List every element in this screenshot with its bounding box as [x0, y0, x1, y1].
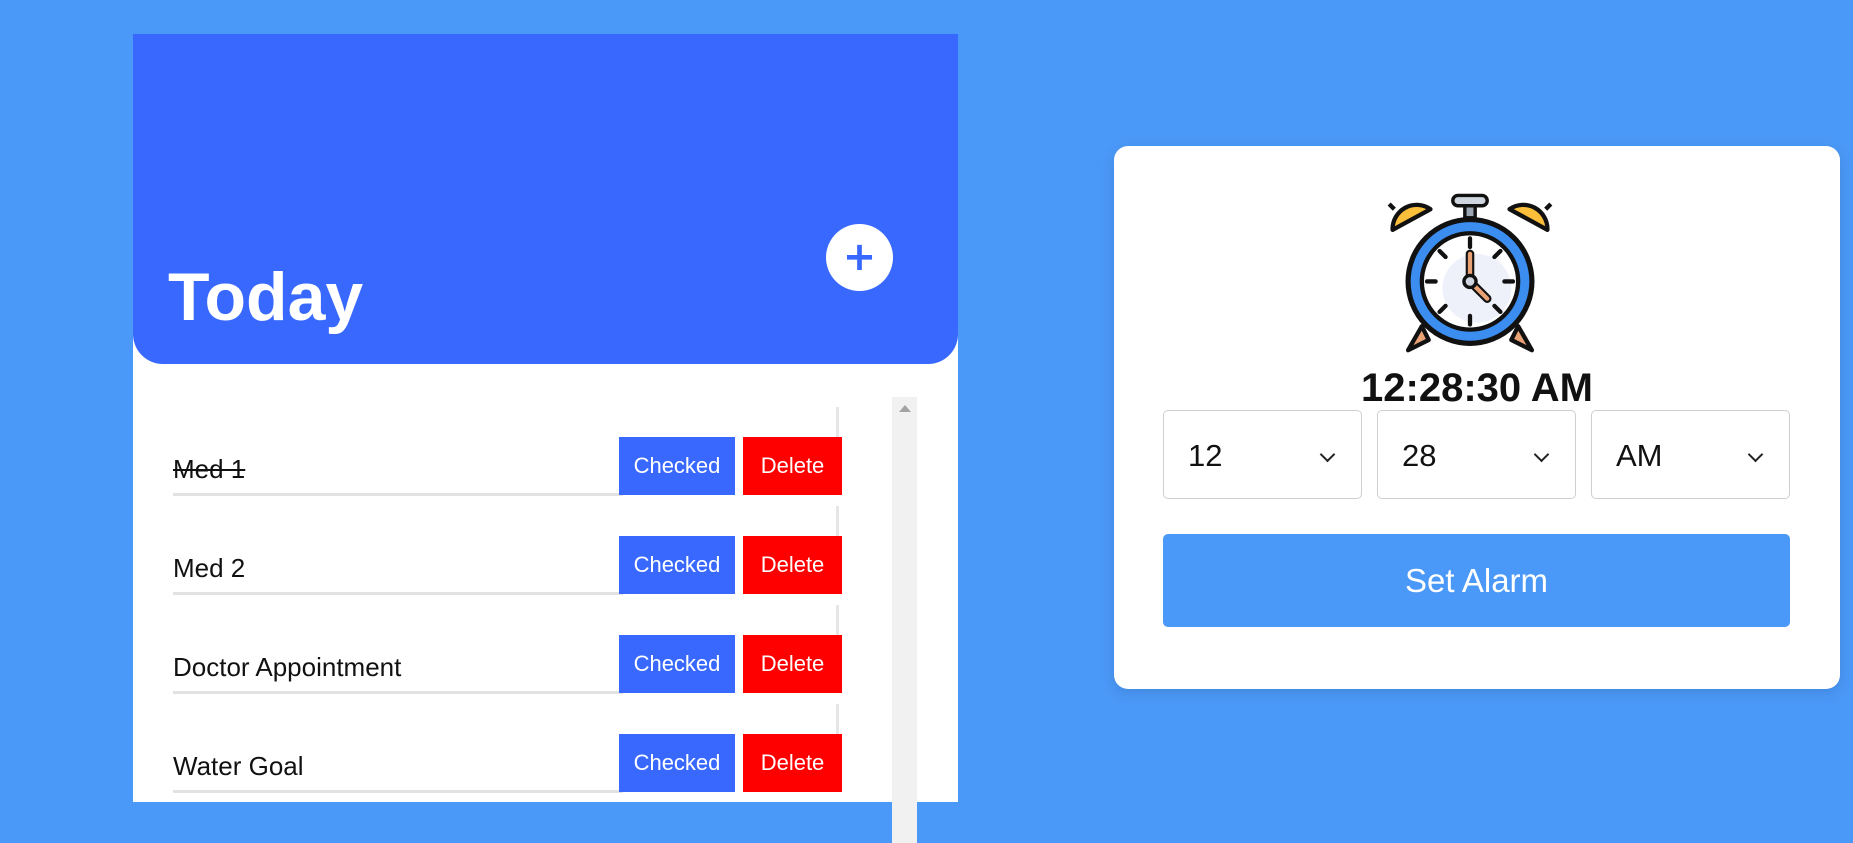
task-row: Doctor Appointment Checked Delete — [173, 605, 848, 700]
delete-button[interactable]: Delete — [743, 635, 842, 693]
scroll-up-arrow-icon[interactable] — [899, 405, 911, 412]
checked-button[interactable]: Checked — [619, 437, 735, 495]
period-select[interactable]: AM — [1591, 410, 1790, 499]
hour-select[interactable]: 12 — [1163, 410, 1362, 499]
current-time: 12:28:30 AM — [1361, 366, 1593, 410]
minute-value: 28 — [1402, 438, 1437, 473]
task-row: Med 2 Checked Delete — [173, 506, 848, 601]
todo-card: Today + Med 1 Checked Delete Med 2 Check… — [133, 34, 958, 802]
minute-select[interactable]: 28 — [1377, 410, 1576, 499]
period-value: AM — [1616, 438, 1663, 473]
set-alarm-button[interactable]: Set Alarm — [1163, 534, 1790, 627]
task-name: Doctor Appointment — [173, 643, 623, 694]
page-title: Today — [168, 259, 364, 335]
checked-button[interactable]: Checked — [619, 734, 735, 792]
task-row: Water Goal Checked Delete — [173, 704, 848, 799]
delete-button[interactable]: Delete — [743, 734, 842, 792]
alarm-clock-icon — [1387, 193, 1553, 353]
checked-button[interactable]: Checked — [619, 536, 735, 594]
add-task-button[interactable]: + — [826, 224, 893, 291]
delete-button[interactable]: Delete — [743, 536, 842, 594]
alarm-card: 12:28:30 AM 12 28 AM Set Alarm — [1114, 146, 1840, 689]
delete-button[interactable]: Delete — [743, 437, 842, 495]
task-name: Med 1 — [173, 445, 623, 496]
task-name: Med 2 — [173, 544, 623, 595]
checked-button[interactable]: Checked — [619, 635, 735, 693]
task-list-scrollbar[interactable] — [892, 397, 917, 843]
chevron-down-icon — [1533, 446, 1550, 463]
todo-header: Today + — [133, 34, 958, 364]
task-row: Med 1 Checked Delete — [173, 407, 848, 502]
hour-value: 12 — [1188, 438, 1223, 473]
chevron-down-icon — [1319, 446, 1336, 463]
task-name: Water Goal — [173, 742, 623, 793]
chevron-down-icon — [1747, 446, 1764, 463]
